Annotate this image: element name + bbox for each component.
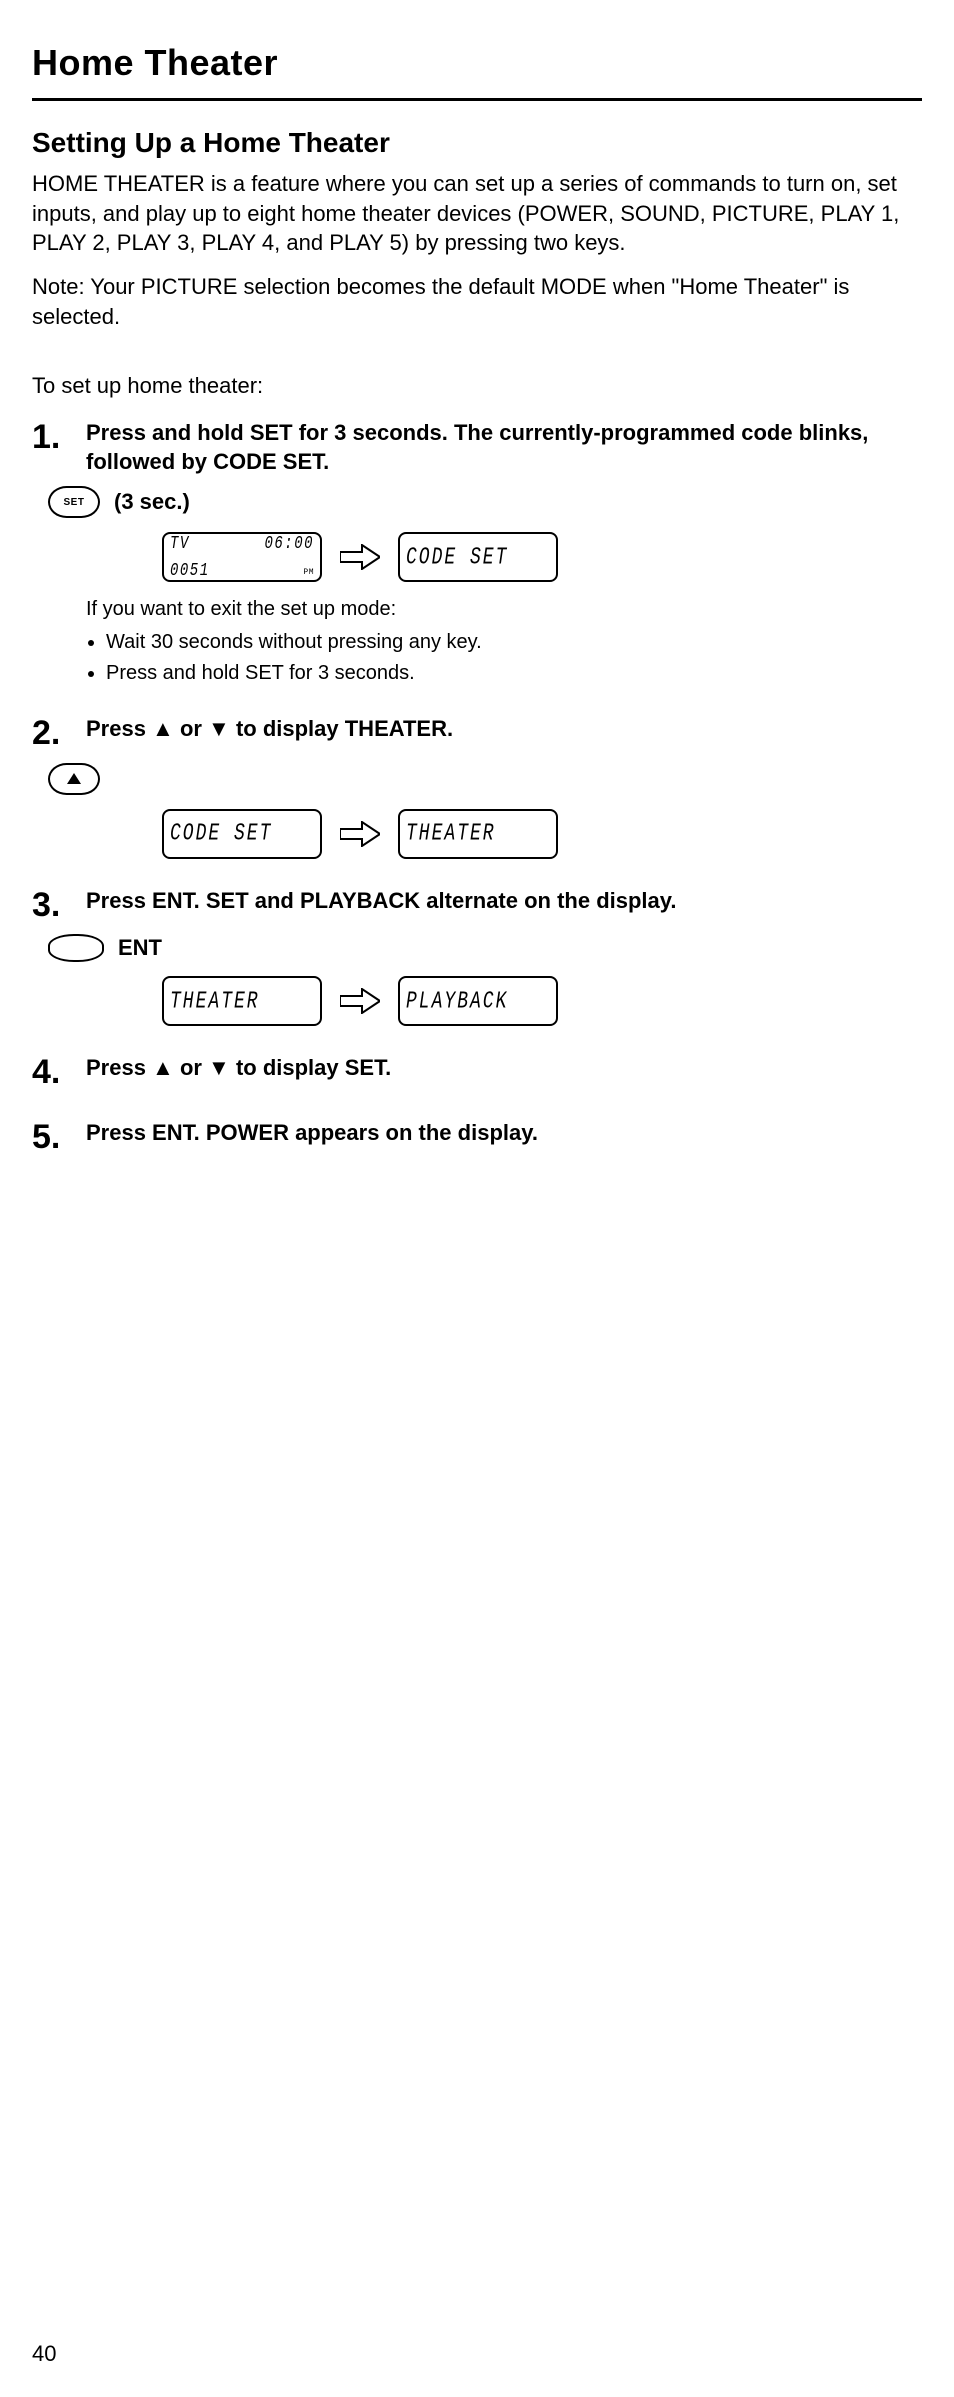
note-paragraph: Note: Your PICTURE selection becomes the…	[32, 272, 922, 331]
ent-button-caption: ENT	[118, 935, 162, 961]
step-4: 4. Press ▲ or ▼ to display SET.	[32, 1054, 922, 1091]
arrow-right-icon	[340, 988, 380, 1014]
ent-button-icon	[48, 934, 104, 962]
step-text: Press and hold SET for 3 seconds. The cu…	[86, 419, 922, 476]
set-button-icon: SET	[48, 486, 100, 518]
step-3: 3. Press ENT. SET and PLAYBACK alternate…	[32, 887, 922, 1026]
step-1-lcd-row: TV 06:00 0051 PM CODE SET	[162, 532, 922, 582]
step-number: 4.	[32, 1054, 86, 1091]
step-2-lcd-row: CODE SET THEATER	[162, 809, 922, 859]
step-text: Press ▲ or ▼ to display THEATER.	[86, 715, 453, 744]
title-rule	[32, 98, 922, 101]
lcd-text: THEATER	[406, 822, 550, 846]
hint-label: If you want to exit the set up mode:	[86, 598, 396, 620]
lcd-tv-label: TV	[170, 535, 190, 554]
lcd-theater: THEATER	[398, 809, 558, 859]
up-button-icon	[48, 763, 100, 795]
lcd-text: CODE SET	[406, 546, 550, 570]
hint-item: Wait 30 seconds without pressing any key…	[106, 629, 922, 656]
lcd-time: 06:00	[264, 535, 314, 554]
lcd-code-set: CODE SET	[398, 532, 558, 582]
step-1: 1. Press and hold SET for 3 seconds. The…	[32, 419, 922, 687]
step-text: Press ▲ or ▼ to display SET.	[86, 1054, 391, 1083]
step-number: 5.	[32, 1119, 86, 1156]
arrow-right-icon	[340, 544, 380, 570]
step-1-button-row: SET (3 sec.)	[48, 486, 922, 518]
intro-paragraph: HOME THEATER is a feature where you can …	[32, 169, 922, 258]
lcd-code-set: CODE SET	[162, 809, 322, 859]
set-button-caption: (3 sec.)	[114, 489, 190, 515]
hint-list: Wait 30 seconds without pressing any key…	[86, 629, 922, 687]
step-3-lcd-row: THEATER PLAYBACK	[162, 976, 922, 1026]
step-5: 5. Press ENT. POWER appears on the displ…	[32, 1119, 922, 1156]
lcd-theater: THEATER	[162, 976, 322, 1026]
lcd-code-blink: TV 06:00 0051 PM	[162, 532, 322, 582]
step-1-hint: If you want to exit the set up mode: Wai…	[86, 596, 922, 687]
lcd-playback: PLAYBACK	[398, 976, 558, 1026]
step-3-button-row: ENT	[48, 934, 922, 962]
step-2-button-row	[48, 763, 922, 795]
triangle-up-icon	[67, 773, 81, 784]
step-number: 1.	[32, 419, 86, 456]
arrow-right-icon	[340, 821, 380, 847]
section-heading: Setting Up a Home Theater	[32, 127, 922, 159]
hint-item: Press and hold SET for 3 seconds.	[106, 660, 922, 687]
steps-title: To set up home theater:	[32, 371, 922, 401]
page-number: 40	[32, 2341, 56, 2367]
lcd-code: 0051	[170, 562, 210, 581]
step-text: Press ENT. SET and PLAYBACK alternate on…	[86, 887, 677, 916]
lcd-text: CODE SET	[170, 822, 314, 846]
lcd-text: PLAYBACK	[406, 989, 550, 1013]
set-button-label: SET	[64, 497, 85, 508]
step-number: 2.	[32, 715, 86, 752]
step-number: 3.	[32, 887, 86, 924]
lcd-text: THEATER	[170, 989, 314, 1013]
step-2: 2. Press ▲ or ▼ to display THEATER. CODE…	[32, 715, 922, 858]
lcd-pm: PM	[303, 569, 314, 577]
page-title: Home Theater	[32, 42, 922, 84]
step-text: Press ENT. POWER appears on the display.	[86, 1119, 538, 1148]
